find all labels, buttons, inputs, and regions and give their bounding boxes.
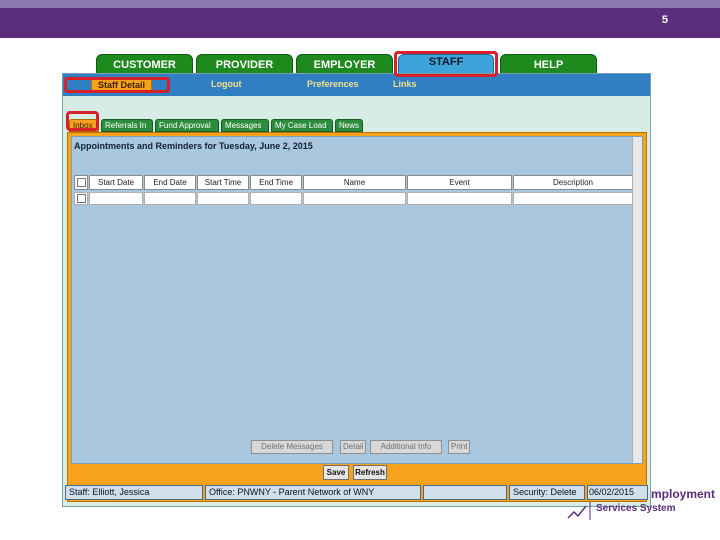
appointments-panel: Appointments and Reminders for Tuesday, … bbox=[71, 136, 643, 464]
inbox-frame: Appointments and Reminders for Tuesday, … bbox=[67, 132, 647, 502]
tab-news[interactable]: News bbox=[335, 119, 363, 132]
refresh-button[interactable]: Refresh bbox=[353, 465, 387, 480]
cell-end-time bbox=[250, 192, 302, 205]
status-bar: Staff: Elliott, Jessica Office: PNWNY - … bbox=[65, 485, 648, 501]
title-bar-stripe bbox=[0, 0, 720, 8]
tab-referrals-in[interactable]: Referrals In bbox=[101, 119, 153, 132]
tab-customer[interactable]: CUSTOMER bbox=[96, 54, 193, 74]
status-empty bbox=[423, 485, 507, 500]
subnav-logout[interactable]: Logout bbox=[211, 79, 242, 89]
select-all-checkbox[interactable] bbox=[77, 178, 86, 187]
tab-my-case-load[interactable]: My Case Load bbox=[271, 119, 333, 132]
logo-line-2: Services System bbox=[596, 503, 676, 514]
highlight-staff-tab bbox=[394, 51, 498, 77]
application-window: Staff Detail Logout Preferences Links In… bbox=[62, 73, 651, 507]
status-staff: Staff: Elliott, Jessica bbox=[65, 485, 203, 500]
tab-messages[interactable]: Messages bbox=[221, 119, 269, 132]
select-all-cell bbox=[74, 175, 88, 190]
logo-line-1: mployment bbox=[651, 487, 716, 501]
status-office: Office: PNWNY - Parent Network of WNY bbox=[205, 485, 421, 500]
cell-event bbox=[407, 192, 512, 205]
subnav-links[interactable]: Links bbox=[393, 79, 417, 89]
row-checkbox[interactable] bbox=[77, 194, 86, 203]
column-start-date[interactable]: Start Date bbox=[89, 175, 143, 190]
tab-help[interactable]: HELP bbox=[500, 54, 597, 74]
column-start-time[interactable]: Start Time bbox=[197, 175, 249, 190]
vertical-scrollbar[interactable] bbox=[632, 137, 642, 463]
cell-start-date bbox=[89, 192, 143, 205]
subnav-preferences[interactable]: Preferences bbox=[307, 79, 359, 89]
delete-messages-button[interactable]: Delete Messages bbox=[251, 440, 333, 454]
column-name[interactable]: Name bbox=[303, 175, 406, 190]
column-event[interactable]: Event bbox=[407, 175, 512, 190]
tab-employer[interactable]: EMPLOYER bbox=[296, 54, 393, 74]
title-bar: 5 bbox=[0, 0, 720, 38]
tab-provider[interactable]: PROVIDER bbox=[196, 54, 293, 74]
slide-number: 5 bbox=[661, 14, 668, 26]
appointments-title: Appointments and Reminders for Tuesday, … bbox=[74, 141, 313, 151]
detail-button[interactable]: Detail bbox=[340, 440, 366, 454]
cell-end-date bbox=[144, 192, 196, 205]
logo-emblem-icon bbox=[566, 500, 592, 522]
row-select-cell bbox=[74, 192, 88, 205]
additional-info-button[interactable]: Additional Info bbox=[370, 440, 442, 454]
column-end-time[interactable]: End Time bbox=[250, 175, 302, 190]
column-end-date[interactable]: End Date bbox=[144, 175, 196, 190]
column-description[interactable]: Description bbox=[513, 175, 633, 190]
cell-start-time bbox=[197, 192, 249, 205]
save-button[interactable]: Save bbox=[323, 465, 349, 480]
highlight-staff-detail bbox=[64, 77, 170, 93]
print-button[interactable]: Print bbox=[448, 440, 470, 454]
slide: 5 CUSTOMER PROVIDER EMPLOYER STAFF HELP … bbox=[0, 0, 720, 540]
highlight-inbox-tab bbox=[66, 111, 99, 131]
status-security: Security: Delete bbox=[509, 485, 585, 500]
cell-name bbox=[303, 192, 406, 205]
cell-description bbox=[513, 192, 633, 205]
status-date: 06/02/2015 bbox=[587, 485, 648, 500]
tab-fund-approval[interactable]: Fund Approval bbox=[155, 119, 219, 132]
